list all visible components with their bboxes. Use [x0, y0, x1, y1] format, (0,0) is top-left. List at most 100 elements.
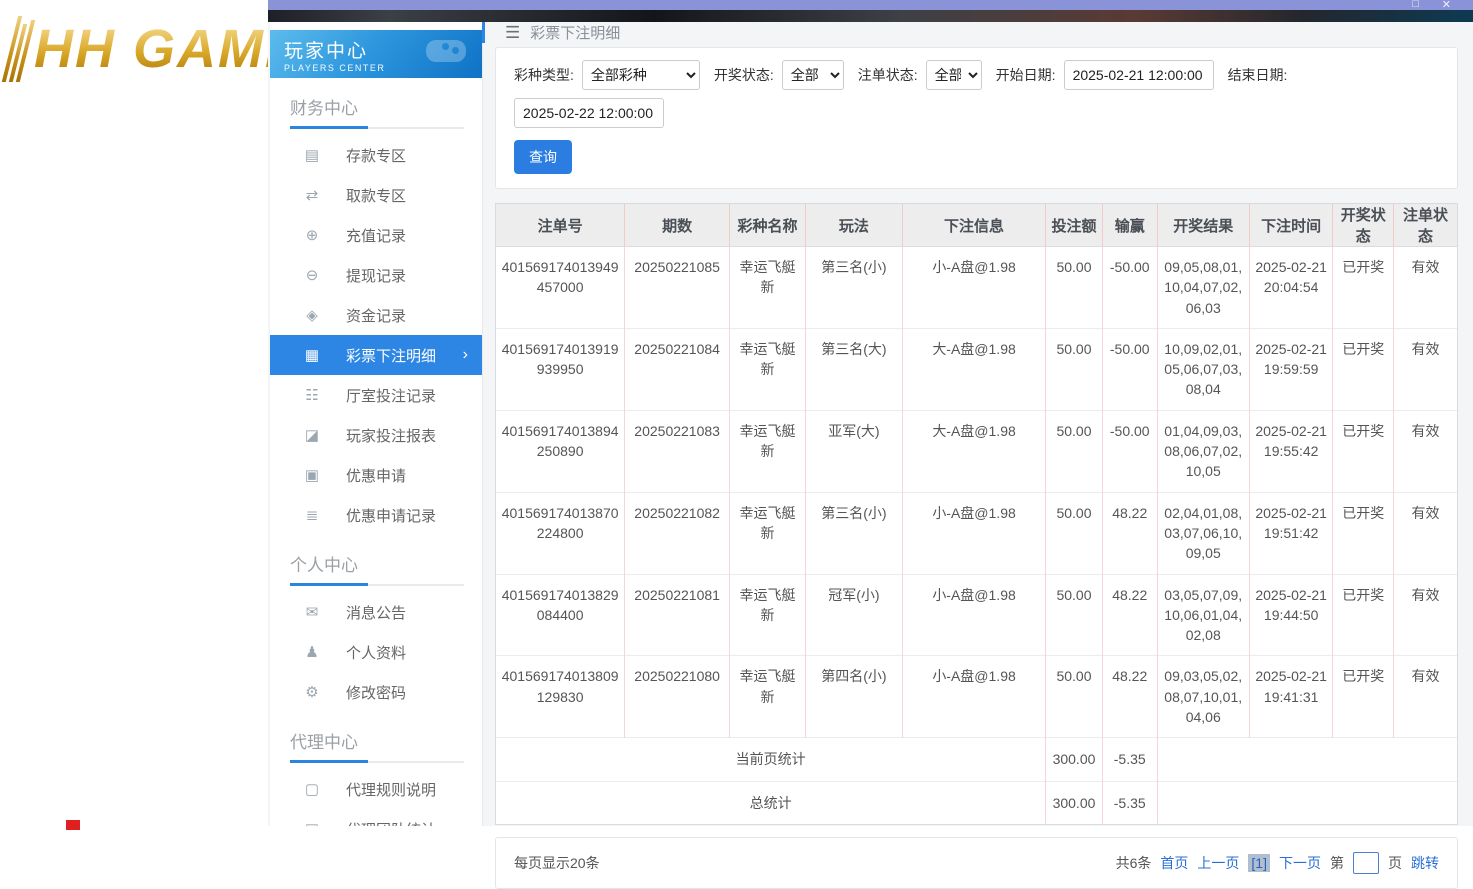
- next-page-link[interactable]: 下一页: [1279, 853, 1321, 873]
- bet-details-table-card: 注单号 期数 彩种名称 玩法 下注信息 投注额 输赢 开奖结果 下注时间 开奖状态 注单状态 401…: [495, 203, 1458, 825]
- logo-text: HH GAME: [34, 19, 303, 79]
- table-row: 401569174013870224800 20250221082 幸运飞艇新 第三名…: [496, 491, 1457, 575]
- sidebar-item-label: 存款专区: [346, 147, 407, 165]
- sidebar-item-agent-rules[interactable]: ▢ 代理规则说明: [270, 769, 482, 809]
- bet-status-select[interactable]: 全部: [925, 60, 982, 90]
- jump-link[interactable]: 跳转: [1411, 853, 1439, 873]
- sidebar-item-promo-apply[interactable]: ▣ 优惠申请: [270, 455, 482, 495]
- sidebar-item-withdrawal-record[interactable]: ⊖ 提现记录: [270, 255, 482, 295]
- section-divider: [290, 126, 464, 129]
- lottery-type-select[interactable]: 全部彩种: [581, 60, 700, 90]
- deposit-icon: ▤: [304, 147, 320, 164]
- table-cell: 有效: [1392, 327, 1457, 411]
- table-cell: 小-A盘@1.98: [901, 491, 1046, 575]
- sidebar-subtitle: PLAYERS CENTER: [284, 63, 386, 73]
- summary-row: 总统计 300.00 -5.35: [496, 780, 1457, 824]
- maximize-icon[interactable]: □: [1412, 0, 1419, 10]
- table-cell: 401569174013870224800: [496, 491, 625, 575]
- column-header: 注单号: [496, 204, 625, 247]
- browser-toolbar-strip: [268, 10, 1473, 22]
- page-size-text: 每页显示20条: [514, 854, 600, 871]
- start-date-input[interactable]: [1063, 60, 1214, 90]
- sidebar-item-withdraw[interactable]: ⇄ 取款专区: [270, 175, 482, 215]
- start-date-label: 开始日期:: [995, 67, 1056, 83]
- table-cell: 48.22: [1101, 491, 1158, 575]
- sidebar-item-recharge-record[interactable]: ⊕ 充值记录: [270, 215, 482, 255]
- table-cell: 大-A盘@1.98: [901, 409, 1046, 493]
- bet-status-label: 注单状态:: [857, 67, 918, 83]
- table-cell: 亚军(大): [804, 409, 903, 493]
- first-page-link[interactable]: 首页: [1160, 853, 1188, 873]
- sidebar-item-label: 优惠申请: [346, 467, 407, 485]
- table-cell: 已开奖: [1332, 327, 1394, 411]
- change-password-icon: ⚙: [305, 684, 319, 701]
- sidebar-item-change-password[interactable]: ⚙ 修改密码: [270, 672, 482, 712]
- table-cell: 大-A盘@1.98: [901, 327, 1046, 411]
- lottery-type-label: 彩种类型:: [514, 67, 574, 83]
- table-cell: 第四名(小): [804, 655, 903, 738]
- total-count-text: 共6条: [1115, 854, 1152, 871]
- sidebar-item-hall-bet-record[interactable]: ☷ 厅室投注记录: [270, 375, 482, 415]
- logo-bars-icon: [1, 16, 36, 82]
- table-cell: 20250221085: [624, 246, 730, 329]
- app-window: □ ✕ 玩家中心 PLAYERS CENTER 财务中心 ▤ 存款专区 ⇄ 取款专区 ⊕ 充…: [268, 0, 1473, 889]
- page-jump-input[interactable]: [1353, 851, 1379, 874]
- sidebar-item-player-bet-report[interactable]: ◪ 玩家投注报表: [270, 415, 482, 455]
- table-cell: 02,04,01,08,03,07,06,10,09,05: [1156, 491, 1250, 575]
- sidebar-item-agent-team-stats[interactable]: ▤ 代理团队统计: [270, 809, 482, 826]
- table-cell: 2025-02-21 19:59:59: [1248, 327, 1333, 411]
- summary-bet-total: 300.00: [1045, 737, 1103, 782]
- query-button[interactable]: 查询: [514, 140, 572, 174]
- bet-details-table: 注单号 期数 彩种名称 玩法 下注信息 投注额 输赢 开奖结果 下注时间 开奖状态 注单状态 401…: [496, 204, 1457, 824]
- table-cell: 48.22: [1101, 655, 1158, 738]
- end-date-input[interactable]: [514, 98, 664, 128]
- jump-suffix-text: 页: [1388, 854, 1402, 871]
- sidebar-item-label: 提现记录: [346, 267, 407, 285]
- partial-red-element: [66, 820, 80, 830]
- table-cell: 20250221082: [624, 491, 730, 575]
- table-cell: 01,04,09,03,08,06,07,02,10,05: [1156, 409, 1250, 493]
- close-icon[interactable]: ✕: [1442, 0, 1451, 11]
- table-cell: 2025-02-21 19:41:31: [1248, 655, 1333, 738]
- table-cell: 有效: [1392, 246, 1457, 329]
- sidebar-item-profile[interactable]: ♟ 个人资料: [270, 632, 482, 672]
- sidebar-item-funds-record[interactable]: ◈ 资金记录: [270, 295, 482, 335]
- table-cell: 20250221080: [624, 655, 730, 738]
- column-header: 开奖状态: [1332, 204, 1394, 247]
- column-header: 投注额: [1045, 204, 1103, 247]
- sidebar-section-title: 个人中心: [290, 556, 358, 575]
- table-cell: 50.00: [1045, 409, 1103, 493]
- sidebar-item-deposit[interactable]: ▤ 存款专区: [270, 135, 482, 175]
- main-content: ☰ 彩票下注明细 彩种类型: 全部彩种 开奖状态: 全部 注单状态: 全部 开始…: [482, 22, 1473, 889]
- sidebar-item-lottery-bet-details[interactable]: ▦ 彩票下注明细 ›: [270, 335, 482, 375]
- recharge-record-icon: ⊕: [305, 227, 319, 244]
- table-cell: 50.00: [1045, 573, 1103, 656]
- table-cell: -50.00: [1101, 246, 1158, 329]
- table-cell: 有效: [1392, 491, 1457, 575]
- table-cell: 幸运飞艇新: [729, 246, 806, 329]
- sidebar-item-label: 优惠申请记录: [346, 507, 437, 525]
- table-cell: -50.00: [1101, 327, 1158, 411]
- table-cell: 10,09,02,01,05,06,07,03,08,04: [1156, 327, 1250, 411]
- draw-status-select[interactable]: 全部: [781, 60, 844, 90]
- table-cell: 2025-02-21 19:51:42: [1248, 491, 1333, 575]
- table-cell: 有效: [1392, 573, 1457, 656]
- column-header: 注单状态: [1392, 204, 1457, 247]
- sidebar-item-message-announcement[interactable]: ✉ 消息公告: [270, 592, 482, 632]
- table-cell: 小-A盘@1.98: [901, 246, 1046, 329]
- sidebar-item-promo-apply-record[interactable]: ≣ 优惠申请记录: [270, 495, 482, 535]
- table-cell: 已开奖: [1332, 246, 1394, 329]
- filter-panel: 彩种类型: 全部彩种 开奖状态: 全部 注单状态: 全部 开始日期: 结束日期:…: [495, 47, 1458, 189]
- prev-page-link[interactable]: 上一页: [1197, 853, 1239, 873]
- gamepad-icon: [426, 40, 466, 62]
- hamburger-icon[interactable]: ☰: [505, 23, 520, 43]
- current-page-indicator[interactable]: [1]: [1248, 853, 1270, 872]
- summary-empty-cell: [1156, 780, 1457, 824]
- table-cell: 401569174013829084400: [496, 573, 625, 656]
- table-cell: 已开奖: [1332, 573, 1394, 656]
- column-header: 开奖结果: [1156, 204, 1250, 247]
- section-divider: [290, 583, 464, 586]
- sidebar-item-label: 玩家投注报表: [346, 427, 437, 445]
- table-row: 401569174013919939950 20250221084 幸运飞艇新 第三名…: [496, 327, 1457, 411]
- table-cell: 401569174013949457000: [496, 246, 625, 329]
